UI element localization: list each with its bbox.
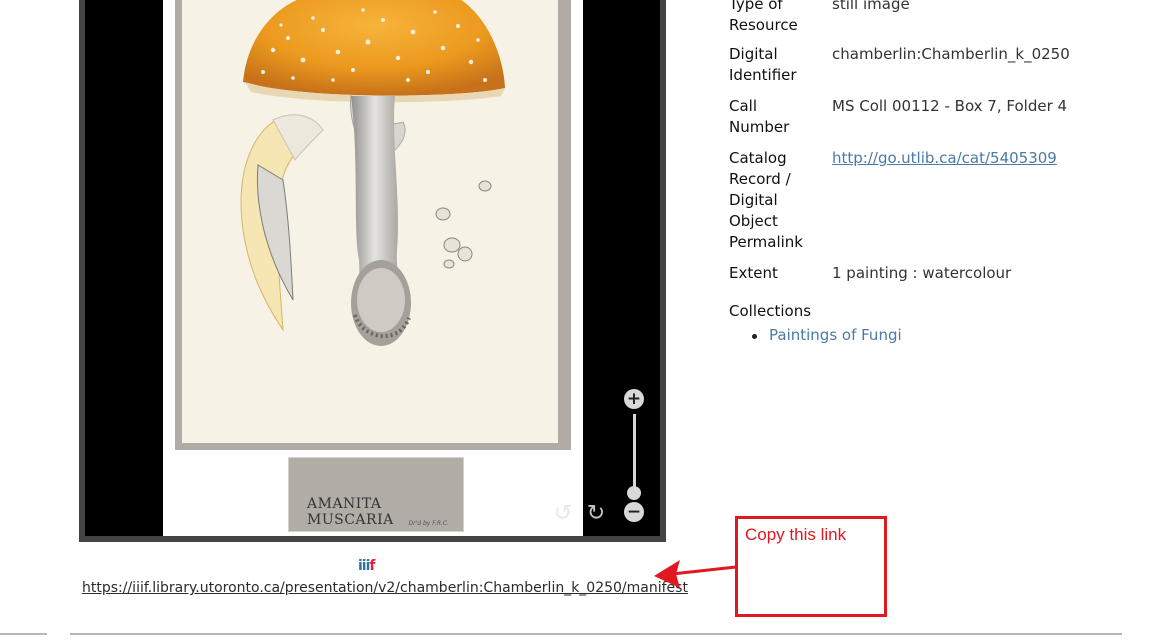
painting-image xyxy=(163,0,583,536)
metadata-label: Extent xyxy=(729,264,778,282)
mushroom-illustration xyxy=(240,0,505,346)
annotation-text: Copy this link xyxy=(745,525,847,544)
iiif-logo-icon[interactable]: iiif xyxy=(358,558,376,574)
collections-list: Paintings of Fungi xyxy=(752,326,902,344)
collections-heading: Collections xyxy=(729,302,812,320)
viewer-canvas[interactable]: AMANITA MUSCARIA Dr'd by F.R.C. xyxy=(85,0,660,536)
iiif-logo-f: f xyxy=(369,558,375,574)
zoom-slider-track[interactable] xyxy=(633,414,636,491)
metadata-value: chamberlin:Chamberlin_k_0250 xyxy=(832,45,1070,63)
metadata-value: MS Coll 00112 - Box 7, Folder 4 xyxy=(832,97,1068,115)
plus-icon: + xyxy=(626,389,642,409)
metadata-label: Digital Identifier xyxy=(729,45,797,84)
permalink-link[interactable]: http://go.utlib.ca/cat/5405309 xyxy=(832,148,1057,169)
collection-link[interactable]: Paintings of Fungi xyxy=(752,326,902,344)
zoom-out-button[interactable]: − xyxy=(624,502,644,522)
zoom-in-button[interactable]: + xyxy=(624,389,644,409)
rotate-left-icon: ↺ xyxy=(553,501,573,526)
iiif-manifest-link[interactable]: https://iiif.library.utoronto.ca/present… xyxy=(82,580,688,596)
iiif-logo-i: iii xyxy=(358,558,370,574)
minus-icon: − xyxy=(626,502,642,522)
artist-signature: Dr'd by F.R.C. xyxy=(408,520,449,527)
image-viewer[interactable]: AMANITA MUSCARIA Dr'd by F.R.C. xyxy=(79,0,666,542)
metadata-label: Call Number xyxy=(729,97,790,136)
rotate-right-button[interactable]: ↻ xyxy=(585,503,607,525)
annotation-arrow-icon xyxy=(654,560,737,588)
metadata-label: Type of Resource xyxy=(729,0,798,34)
metadata-value: still image xyxy=(832,0,910,13)
zoom-slider-handle[interactable] xyxy=(627,486,641,500)
metadata-label: Catalog Record / Digital Object Permalin… xyxy=(729,149,803,251)
metadata-value: 1 painting : watercolour xyxy=(832,264,1012,282)
annotation-callout: Copy this link xyxy=(735,516,887,617)
rotate-left-button[interactable]: ↺ xyxy=(552,503,574,525)
specimen-label: AMANITA MUSCARIA Dr'd by F.R.C. xyxy=(288,457,464,532)
rotate-right-icon: ↻ xyxy=(586,501,606,526)
